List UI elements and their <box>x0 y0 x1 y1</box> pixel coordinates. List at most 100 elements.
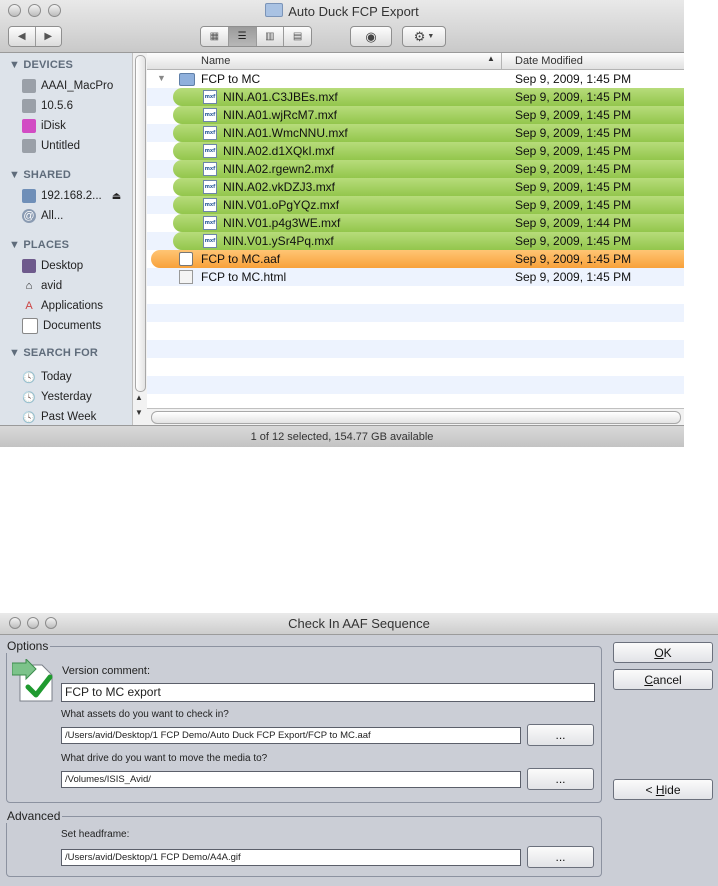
sidebar-item-desktop[interactable]: Desktop <box>22 257 83 275</box>
file-rows: ▼ FCP to MC Sep 9, 2009, 1:45 PM mxf NIN.A01… <box>147 70 684 408</box>
check-in-dialog: Check In AAF Sequence Options Version co… <box>0 613 718 886</box>
sidebar-item-today[interactable]: 🕓 Today <box>22 368 72 386</box>
file-row[interactable]: ▼ FCP to MC Sep 9, 2009, 1:45 PM <box>147 70 684 88</box>
ok-button[interactable]: OK <box>613 642 713 663</box>
sidebar-item-untitled[interactable]: Untitled <box>22 137 80 155</box>
file-row[interactable]: mxf NIN.A01.C3JBEs.mxf Sep 9, 2009, 1:45 P… <box>147 88 684 106</box>
empty-row <box>147 340 684 358</box>
scrollbar-thumb[interactable] <box>151 411 681 424</box>
action-menu-button[interactable]: ⚙ ▼ <box>402 26 446 47</box>
sidebar-section-shared[interactable]: ▼ SHARED <box>9 169 71 181</box>
drive-label: What drive do you want to move the media… <box>61 753 268 764</box>
file-row[interactable]: mxf NIN.A01.WmcNNU.mxf Sep 9, 2009, 1:45 P… <box>147 124 684 142</box>
sidebar-item-yesterday[interactable]: 🕓 Yesterday <box>22 388 92 406</box>
file-row[interactable]: mxf NIN.A02.rgewn2.mxf Sep 9, 2009, 1:45 P… <box>147 160 684 178</box>
eject-icon[interactable]: ⏏ <box>112 191 121 202</box>
sidebar-item-idisk[interactable]: iDisk <box>22 117 66 135</box>
hard-drive-icon <box>22 139 36 153</box>
back-button[interactable]: ◀ <box>9 27 36 46</box>
file-row[interactable]: mxf NIN.V01.ySr4Pq.mxf Sep 9, 2009, 1:45 P… <box>147 232 684 250</box>
gear-icon: ⚙ <box>413 28 426 44</box>
file-date-modified: Sep 9, 2009, 1:45 PM <box>515 162 632 176</box>
back-arrow-icon: ◀ <box>17 31 26 42</box>
sidebar-item-network-host[interactable]: 192.168.2... ⏏ <box>22 187 121 205</box>
file-name: NIN.A01.C3JBEs.mxf <box>223 90 338 104</box>
cancel-button-accelerator: C <box>644 672 653 687</box>
hide-button[interactable]: < Hide <box>613 779 713 800</box>
sidebar-item-past-week[interactable]: 🕓 Past Week <box>22 408 96 426</box>
column-divider[interactable] <box>501 53 502 69</box>
sidebar-section-places[interactable]: ▼ PLACES <box>9 239 69 251</box>
network-computer-icon <box>22 189 36 203</box>
sort-ascending-icon: ▲ <box>487 54 495 63</box>
hard-drive-icon <box>22 99 36 113</box>
sidebar-item-label: Yesterday <box>41 391 92 403</box>
sidebar-item-aaai-macpro[interactable]: AAAI_MacPro <box>22 77 113 95</box>
horizontal-scrollbar[interactable] <box>147 408 684 426</box>
window-title-text: Auto Duck FCP Export <box>288 4 419 19</box>
scroll-down-arrow-icon[interactable]: ▼ <box>135 408 143 417</box>
network-icon: @ <box>22 209 36 223</box>
sidebar-section-search-for[interactable]: ▼ SEARCH FOR <box>9 347 98 359</box>
forward-button[interactable]: ▶ <box>35 27 61 46</box>
version-comment-input[interactable]: FCP to MC export <box>61 683 595 702</box>
file-date-modified: Sep 9, 2009, 1:45 PM <box>515 126 632 140</box>
finder-sidebar: ▼ DEVICES AAAI_MacPro 10.5.6 iDisk Untit… <box>0 53 132 425</box>
sidebar-section-title: PLACES <box>23 239 70 251</box>
sidebar-item-applications[interactable]: A Applications <box>22 297 103 315</box>
hide-button-label: ide <box>664 782 681 797</box>
sidebar-item-avid[interactable]: ⌂ avid <box>22 277 62 295</box>
icon-view-button[interactable]: ▦ <box>201 27 229 46</box>
sidebar-item-label: Past Week <box>41 411 97 423</box>
cancel-button-label: ancel <box>652 672 682 687</box>
name-column-header[interactable]: Name <box>201 55 230 67</box>
date-column-header[interactable]: Date Modified <box>515 55 583 67</box>
status-bar: 1 of 12 selected, 154.77 GB available <box>0 425 684 447</box>
sidebar-section-title: SEARCH FOR <box>23 347 99 359</box>
file-row[interactable]: mxf NIN.V01.p4g3WE.mxf Sep 9, 2009, 1:44 P… <box>147 214 684 232</box>
assets-path-input[interactable]: /Users/avid/Desktop/1 FCP Demo/Auto Duck… <box>61 727 521 744</box>
hide-button-prefix: < <box>645 782 656 797</box>
file-row[interactable]: FCP to MC.html Sep 9, 2009, 1:45 PM <box>147 268 684 286</box>
sidebar-item-documents[interactable]: Documents <box>22 317 101 335</box>
mxf-file-icon: mxf <box>203 198 217 212</box>
file-row[interactable]: mxf NIN.V01.oPgYQz.mxf Sep 9, 2009, 1:45 P… <box>147 196 684 214</box>
column-view-button[interactable]: ▥ <box>256 27 285 46</box>
browse-drive-button[interactable]: ... <box>527 768 594 790</box>
sidebar-item-all[interactable]: @ All... <box>22 207 63 225</box>
file-row[interactable]: FCP to MC.aaf Sep 9, 2009, 1:45 PM <box>147 250 684 268</box>
file-date-modified: Sep 9, 2009, 1:45 PM <box>515 144 632 158</box>
disclosure-triangle-icon[interactable]: ▼ <box>157 73 166 83</box>
file-row[interactable]: mxf NIN.A01.wjRcM7.mxf Sep 9, 2009, 1:45 P… <box>147 106 684 124</box>
file-row[interactable]: mxf NIN.A02.d1XQkI.mxf Sep 9, 2009, 1:45 P… <box>147 142 684 160</box>
cancel-button[interactable]: Cancel <box>613 669 713 690</box>
finder-titlebar[interactable]: Auto Duck FCP Export ◀ ▶ ▦ ☰ ▥ ▤ ◉ ⚙ ▼ <box>0 0 684 53</box>
file-name: FCP to MC <box>201 72 261 86</box>
headframe-path-input[interactable]: /Users/avid/Desktop/1 FCP Demo/A4A.gif <box>61 849 521 866</box>
drive-path-input[interactable]: /Volumes/ISIS_Avid/ <box>61 771 521 788</box>
mxf-file-icon: mxf <box>203 216 217 230</box>
file-name: FCP to MC.aaf <box>201 252 281 266</box>
sidebar-scrollbar[interactable]: ▲ ▼ <box>132 53 147 425</box>
browse-headframe-button[interactable]: ... <box>527 846 594 868</box>
file-name: NIN.V01.ySr4Pq.mxf <box>223 234 334 248</box>
list-view-icon: ☰ <box>237 31 247 42</box>
mxf-file-icon: mxf <box>203 144 217 158</box>
assets-label: What assets do you want to check in? <box>61 709 229 720</box>
scrollbar-thumb[interactable] <box>135 55 146 392</box>
file-list: Name ▲ Date Modified ▼ FCP to MC Sep 9, 20… <box>147 53 684 408</box>
applications-icon: A <box>25 300 33 312</box>
sidebar-section-devices[interactable]: ▼ DEVICES <box>9 59 73 71</box>
dialog-titlebar[interactable]: Check In AAF Sequence <box>0 613 718 635</box>
scroll-up-arrow-icon[interactable]: ▲ <box>135 393 143 402</box>
file-row[interactable]: mxf NIN.A02.vkDZJ3.mxf Sep 9, 2009, 1:45 P… <box>147 178 684 196</box>
file-date-modified: Sep 9, 2009, 1:45 PM <box>515 252 632 266</box>
sidebar-item-10-5-6[interactable]: 10.5.6 <box>22 97 73 115</box>
file-name: NIN.A01.WmcNNU.mxf <box>223 126 348 140</box>
list-view-button[interactable]: ☰ <box>228 27 257 46</box>
aaf-file-icon <box>179 252 193 266</box>
quick-look-button[interactable]: ◉ <box>350 26 392 47</box>
browse-assets-button[interactable]: ... <box>527 724 594 746</box>
coverflow-view-button[interactable]: ▤ <box>284 27 311 46</box>
forward-arrow-icon: ▶ <box>44 31 53 42</box>
